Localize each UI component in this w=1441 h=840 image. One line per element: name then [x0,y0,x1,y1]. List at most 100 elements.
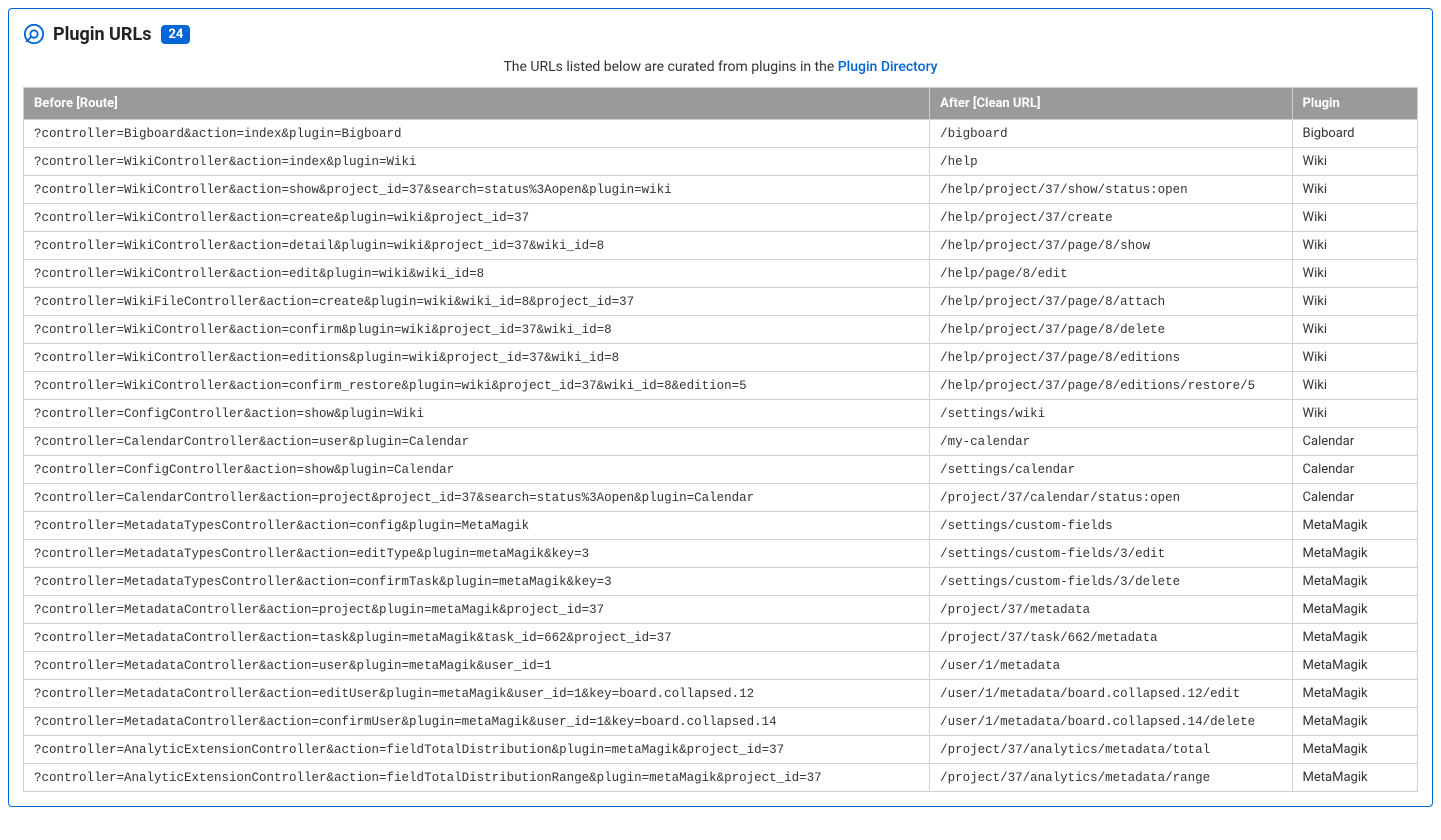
cell-before: ?controller=WikiController&action=show&p… [24,176,930,204]
cell-after: /help/page/8/edit [930,260,1292,288]
cell-before: ?controller=MetadataController&action=co… [24,708,930,736]
table-row: ?controller=MetadataTypesController&acti… [24,512,1418,540]
count-badge: 24 [161,25,190,44]
cell-plugin: MetaMagik [1292,568,1417,596]
cell-plugin: Wiki [1292,372,1417,400]
cell-after: /project/37/calendar/status:open [930,484,1292,512]
table-row: ?controller=ConfigController&action=show… [24,400,1418,428]
cell-plugin: Wiki [1292,176,1417,204]
cell-before: ?controller=MetadataTypesController&acti… [24,540,930,568]
cell-plugin: MetaMagik [1292,708,1417,736]
cell-before: ?controller=ConfigController&action=show… [24,456,930,484]
table-row: ?controller=MetadataController&action=us… [24,652,1418,680]
cell-after: /user/1/metadata [930,652,1292,680]
cell-plugin: MetaMagik [1292,652,1417,680]
cell-plugin: Calendar [1292,428,1417,456]
plugin-urls-panel: Plugin URLs 24 The URLs listed below are… [8,8,1433,807]
table-row: ?controller=WikiFileController&action=cr… [24,288,1418,316]
cell-before: ?controller=AnalyticExtensionController&… [24,736,930,764]
cell-plugin: Calendar [1292,484,1417,512]
cell-before: ?controller=MetadataTypesController&acti… [24,512,930,540]
cell-after: /help/project/37/page/8/show [930,232,1292,260]
table-row: ?controller=MetadataController&action=ta… [24,624,1418,652]
cell-after: /project/37/analytics/metadata/total [930,736,1292,764]
table-row: ?controller=CalendarController&action=pr… [24,484,1418,512]
cell-before: ?controller=MetadataController&action=ed… [24,680,930,708]
table-row: ?controller=AnalyticExtensionController&… [24,736,1418,764]
table-row: ?controller=WikiController&action=confir… [24,372,1418,400]
cell-before: ?controller=AnalyticExtensionController&… [24,764,930,792]
cell-after: /user/1/metadata/board.collapsed.12/edit [930,680,1292,708]
panel-header: Plugin URLs 24 [23,23,1418,45]
header-plugin: Plugin [1292,88,1417,120]
cell-before: ?controller=WikiController&action=confir… [24,372,930,400]
table-row: ?controller=WikiController&action=create… [24,204,1418,232]
cell-plugin: Wiki [1292,344,1417,372]
table-row: ?controller=WikiController&action=editio… [24,344,1418,372]
cell-before: ?controller=WikiController&action=confir… [24,316,930,344]
cell-before: ?controller=WikiController&action=index&… [24,148,930,176]
cell-plugin: Wiki [1292,232,1417,260]
header-after: After [Clean URL] [930,88,1292,120]
cell-before: ?controller=MetadataTypesController&acti… [24,568,930,596]
cell-after: /help/project/37/page/8/editions [930,344,1292,372]
plugin-directory-link[interactable]: Plugin Directory [838,59,938,75]
table-row: ?controller=AnalyticExtensionController&… [24,764,1418,792]
cell-after: /settings/wiki [930,400,1292,428]
cell-after: /help/project/37/show/status:open [930,176,1292,204]
cell-before: ?controller=CalendarController&action=pr… [24,484,930,512]
cell-after: /help [930,148,1292,176]
table-row: ?controller=MetadataTypesController&acti… [24,568,1418,596]
table-row: ?controller=WikiController&action=edit&p… [24,260,1418,288]
cell-plugin: Wiki [1292,148,1417,176]
cell-plugin: Calendar [1292,456,1417,484]
cell-after: /bigboard [930,120,1292,148]
cell-plugin: MetaMagik [1292,680,1417,708]
cell-before: ?controller=MetadataController&action=pr… [24,596,930,624]
cell-after: /project/37/metadata [930,596,1292,624]
intro-prefix: The URLs listed below are curated from p… [503,59,837,75]
table-row: ?controller=CalendarController&action=us… [24,428,1418,456]
cell-before: ?controller=Bigboard&action=index&plugin… [24,120,930,148]
cell-before: ?controller=WikiController&action=editio… [24,344,930,372]
cell-plugin: MetaMagik [1292,512,1417,540]
cell-after: /user/1/metadata/board.collapsed.14/dele… [930,708,1292,736]
cell-after: /settings/custom-fields/3/delete [930,568,1292,596]
cell-plugin: MetaMagik [1292,596,1417,624]
cell-plugin: MetaMagik [1292,540,1417,568]
cell-after: /project/37/task/662/metadata [930,624,1292,652]
cell-after: /help/project/37/create [930,204,1292,232]
cell-before: ?controller=MetadataController&action=us… [24,652,930,680]
cell-after: /help/project/37/page/8/attach [930,288,1292,316]
cell-before: ?controller=WikiController&action=edit&p… [24,260,930,288]
cell-before: ?controller=WikiController&action=detail… [24,232,930,260]
table-header-row: Before [Route] After [Clean URL] Plugin [24,88,1418,120]
table-row: ?controller=MetadataController&action=co… [24,708,1418,736]
cell-after: /settings/custom-fields [930,512,1292,540]
cell-before: ?controller=ConfigController&action=show… [24,400,930,428]
cell-before: ?controller=WikiFileController&action=cr… [24,288,930,316]
table-row: ?controller=WikiController&action=index&… [24,148,1418,176]
cell-after: /my-calendar [930,428,1292,456]
cell-after: /settings/calendar [930,456,1292,484]
cell-plugin: Wiki [1292,400,1417,428]
cell-before: ?controller=WikiController&action=create… [24,204,930,232]
table-row: ?controller=MetadataController&action=pr… [24,596,1418,624]
table-row: ?controller=WikiController&action=detail… [24,232,1418,260]
cell-plugin: Bigboard [1292,120,1417,148]
table-row: ?controller=Bigboard&action=index&plugin… [24,120,1418,148]
table-row: ?controller=WikiController&action=show&p… [24,176,1418,204]
cell-after: /project/37/analytics/metadata/range [930,764,1292,792]
header-before: Before [Route] [24,88,930,120]
table-row: ?controller=MetadataTypesController&acti… [24,540,1418,568]
cell-plugin: MetaMagik [1292,764,1417,792]
table-row: ?controller=ConfigController&action=show… [24,456,1418,484]
panel-title: Plugin URLs [53,24,151,45]
cell-before: ?controller=MetadataController&action=ta… [24,624,930,652]
intro-text: The URLs listed below are curated from p… [23,59,1418,75]
cell-after: /help/project/37/page/8/delete [930,316,1292,344]
cell-before: ?controller=CalendarController&action=us… [24,428,930,456]
url-table: Before [Route] After [Clean URL] Plugin … [23,87,1418,792]
table-row: ?controller=WikiController&action=confir… [24,316,1418,344]
cell-plugin: Wiki [1292,288,1417,316]
